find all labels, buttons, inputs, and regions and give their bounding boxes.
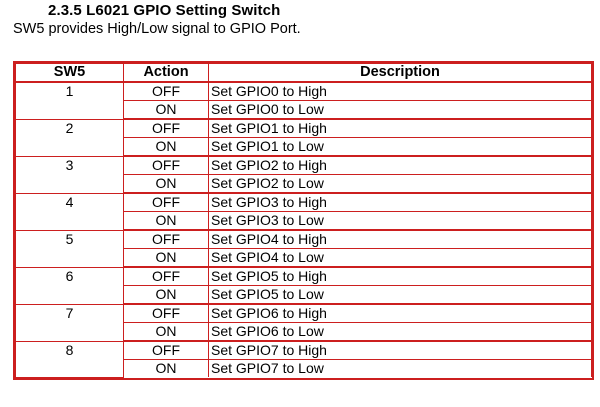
action-cell: OFF (123, 81, 209, 101)
header-sw5: SW5 (15, 63, 124, 83)
table-row: 8 OFF Set GPIO7 to High (15, 340, 592, 378)
table-row: 3 OFF Set GPIO2 to High (15, 155, 592, 194)
table-body: 1 OFF Set GPIO0 to High ON Set GPIO0 to Low 2… (15, 81, 592, 378)
action-cell: ON (123, 100, 209, 120)
header-description: Description (208, 63, 592, 83)
table-row: 2 OFF Set GPIO1 to High (15, 118, 592, 157)
description-cell: Set GPIO2 to High (208, 155, 592, 175)
action-cell: OFF (123, 192, 209, 212)
description-cell: Set GPIO2 to Low (208, 174, 592, 194)
switch-number-cell: 7 (15, 303, 124, 342)
table-row: 6 OFF Set GPIO5 to High (15, 266, 592, 305)
table-row: 7 OFF Set GPIO6 to High (15, 303, 592, 342)
action-cell: ON (123, 211, 209, 231)
switch-number-cell: 2 (15, 118, 124, 157)
action-cell: ON (123, 137, 209, 157)
action-cell: OFF (123, 118, 209, 138)
action-cell: OFF (123, 303, 209, 323)
description-cell: Set GPIO6 to Low (208, 322, 592, 342)
table-row: 5 OFF Set GPIO4 to High (15, 229, 592, 268)
section-heading: 2.3.5 L6021 GPIO Setting Switch (48, 2, 281, 19)
header-action: Action (123, 63, 209, 83)
action-cell: ON (123, 322, 209, 342)
switch-number-cell: 1 (15, 81, 124, 120)
action-cell: ON (123, 174, 209, 194)
description-cell: Set GPIO7 to Low (208, 359, 592, 377)
description-cell: Set GPIO1 to High (208, 118, 592, 138)
description-cell: Set GPIO3 to Low (208, 211, 592, 231)
action-cell: OFF (123, 155, 209, 175)
table-row: 4 OFF Set GPIO3 to High (15, 192, 592, 231)
table-header-row: SW5 Action Description (15, 63, 592, 83)
description-cell: Set GPIO0 to High (208, 81, 592, 101)
description-cell: Set GPIO4 to Low (208, 248, 592, 268)
description-cell: Set GPIO5 to High (208, 266, 592, 286)
action-cell: OFF (123, 229, 209, 249)
description-cell: Set GPIO5 to Low (208, 285, 592, 305)
action-cell: OFF (123, 266, 209, 286)
action-cell: OFF (123, 340, 209, 360)
switch-number-cell: 5 (15, 229, 124, 268)
description-cell: Set GPIO7 to High (208, 340, 592, 360)
description-cell: Set GPIO0 to Low (208, 100, 592, 120)
description-cell: Set GPIO1 to Low (208, 137, 592, 157)
description-cell: Set GPIO3 to High (208, 192, 592, 212)
section-subtitle: SW5 provides High/Low signal to GPIO Por… (13, 21, 301, 37)
description-cell: Set GPIO6 to High (208, 303, 592, 323)
switch-number-cell: 3 (15, 155, 124, 194)
gpio-switch-table: SW5 Action Description 1 OFF Set GPIO0 to … (13, 61, 594, 380)
action-cell: ON (123, 248, 209, 268)
table-row: 1 OFF Set GPIO0 to High (15, 81, 592, 120)
switch-number-cell: 4 (15, 192, 124, 231)
switch-number-cell: 6 (15, 266, 124, 305)
action-cell: ON (123, 285, 209, 305)
description-cell: Set GPIO4 to High (208, 229, 592, 249)
action-cell: ON (123, 359, 209, 377)
switch-number-cell: 8 (15, 340, 124, 378)
